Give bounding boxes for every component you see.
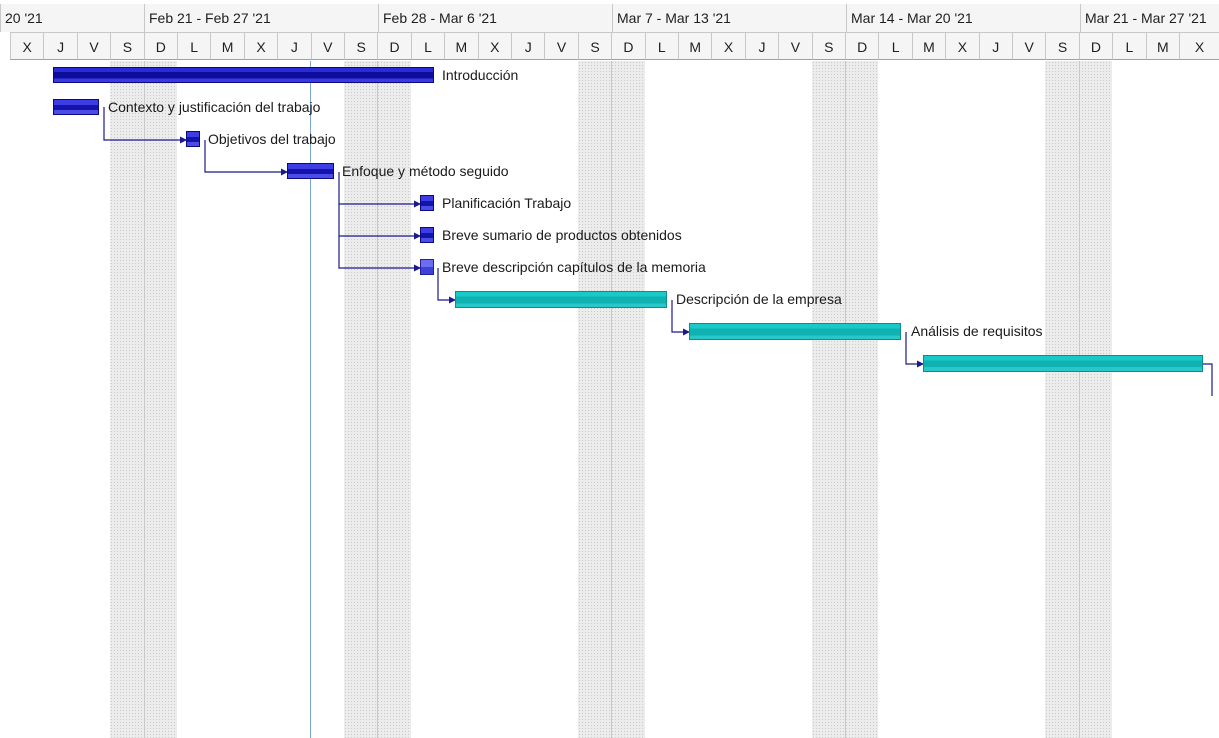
task-label: Introducción bbox=[442, 67, 519, 83]
task-bar-empresa[interactable] bbox=[455, 291, 667, 308]
task-label: Breve descripción capítulos de la memori… bbox=[442, 259, 706, 275]
task-label: Objetivos del trabajo bbox=[208, 131, 336, 147]
task-bar-next[interactable] bbox=[923, 355, 1203, 372]
task-bar-sumario[interactable] bbox=[420, 227, 434, 243]
dependency-link bbox=[338, 236, 421, 272]
task-bar-capitulos[interactable] bbox=[420, 259, 434, 275]
task-bar-contexto[interactable] bbox=[53, 99, 99, 115]
task-bar-planificacion[interactable] bbox=[420, 195, 434, 211]
task-bar-enfoque[interactable] bbox=[287, 163, 334, 179]
task-bar-requisitos[interactable] bbox=[689, 323, 901, 340]
task-label: Enfoque y método seguido bbox=[342, 163, 509, 179]
task-bar-objetivos[interactable] bbox=[186, 131, 200, 147]
task-label: Análisis de requisitos bbox=[911, 323, 1043, 339]
task-label: Breve sumario de productos obtenidos bbox=[442, 227, 682, 243]
task-label: Descripción de la empresa bbox=[676, 291, 842, 307]
dependency-link bbox=[1203, 363, 1213, 396]
dependency-link bbox=[338, 204, 421, 240]
task-label: Contexto y justificación del trabajo bbox=[108, 99, 321, 115]
task-label: Planificación Trabajo bbox=[442, 195, 572, 211]
task-bar-introduccion[interactable] bbox=[53, 67, 434, 83]
gantt-chart[interactable]: 20 '21 Feb 21 - Feb 27 '21 Feb 28 - Mar … bbox=[0, 0, 1219, 738]
